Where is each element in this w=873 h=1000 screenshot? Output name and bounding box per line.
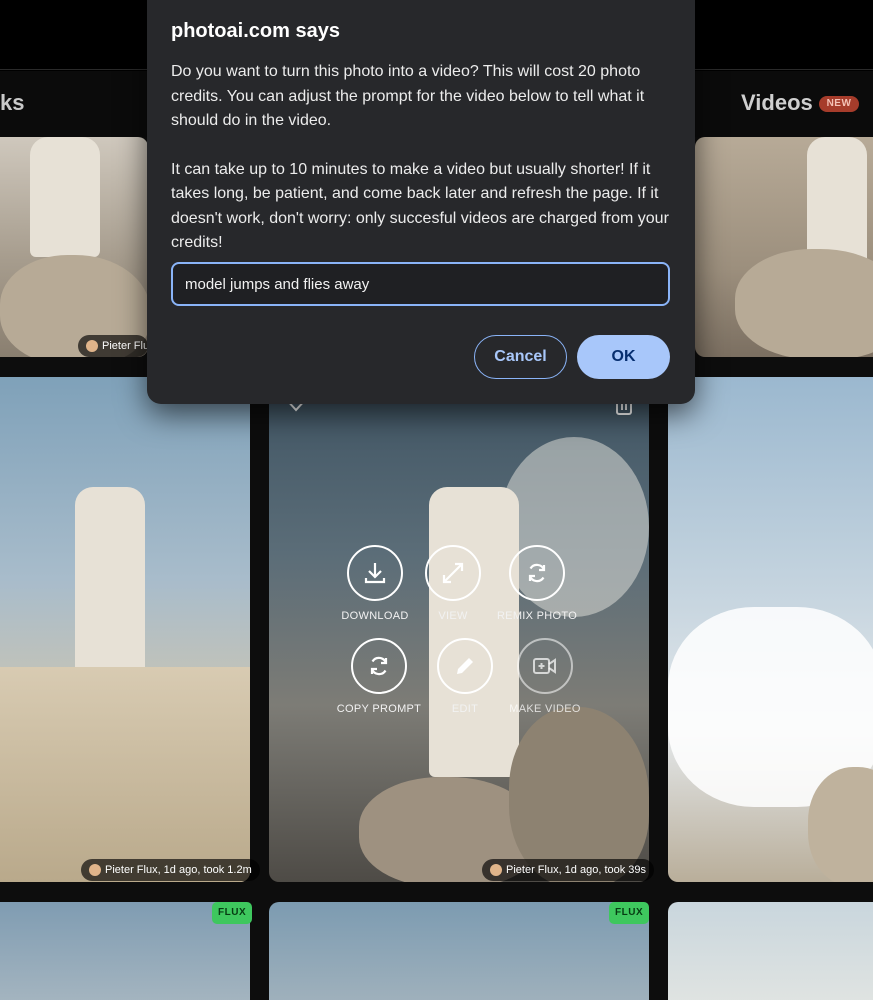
- ok-button[interactable]: OK: [577, 335, 670, 379]
- astronaut-figure: [429, 487, 519, 777]
- expand-icon: [442, 562, 464, 584]
- photo-card-mid-right[interactable]: [668, 377, 873, 882]
- dialog-message-paragraph-2: It can take up to 10 minutes to make a v…: [171, 160, 669, 252]
- credit-badge: Pieter Flux, 1d ago, took 1.2m: [81, 859, 260, 881]
- cancel-button[interactable]: Cancel: [474, 335, 567, 379]
- pencil-icon: [457, 658, 473, 674]
- photo-card-bottom-center[interactable]: [269, 902, 649, 1000]
- dialog-title: photoai.com says: [171, 20, 340, 42]
- dialog-message: Do you want to turn this photo into a vi…: [171, 60, 671, 256]
- view-button[interactable]: [425, 545, 481, 601]
- flux-badge: FLUX: [212, 902, 253, 924]
- refresh-icon: [370, 656, 388, 676]
- photo-card-mid-left[interactable]: [0, 377, 250, 882]
- remix-photo-button[interactable]: [509, 545, 565, 601]
- photo-card-bottom-right[interactable]: [668, 902, 873, 1000]
- avatar-icon: [490, 864, 502, 876]
- astronaut-figure: [30, 137, 100, 257]
- video-prompt-input[interactable]: [171, 262, 670, 306]
- tab-partial-left[interactable]: ks: [0, 90, 24, 116]
- video-plus-icon: [533, 658, 556, 674]
- credit-badge: Pieter Flux, 1d ago, took 39s: [482, 859, 655, 881]
- photo-card-top-right[interactable]: [695, 137, 873, 357]
- photo-card-selected[interactable]: [269, 377, 649, 882]
- make-video-action[interactable]: MAKE VIDEO: [485, 638, 605, 715]
- prompt-dialog: photoai.com says Do you want to turn thi…: [147, 0, 695, 404]
- astronaut-figure: [75, 487, 145, 677]
- stone-building: [0, 667, 250, 882]
- flux-badge: FLUX: [609, 902, 650, 924]
- avatar-icon: [86, 340, 98, 352]
- dialog-message-paragraph-1: Do you want to turn this photo into a vi…: [171, 63, 645, 129]
- rock: [735, 249, 873, 357]
- remix-photo-action[interactable]: REMIX PHOTO: [477, 545, 597, 622]
- make-video-button[interactable]: [517, 638, 573, 694]
- new-badge: NEW: [819, 96, 859, 112]
- avatar-icon: [89, 864, 101, 876]
- photo-card-top-left[interactable]: [0, 137, 148, 357]
- refresh-icon: [528, 563, 546, 583]
- download-icon: [364, 563, 386, 584]
- copy-prompt-button[interactable]: [351, 638, 407, 694]
- credit-badge: Pieter Flu: [78, 335, 148, 357]
- remix-photo-label: REMIX PHOTO: [496, 610, 578, 622]
- make-video-label: MAKE VIDEO: [509, 703, 581, 715]
- tab-videos[interactable]: Videos: [741, 90, 813, 116]
- rock: [509, 707, 649, 882]
